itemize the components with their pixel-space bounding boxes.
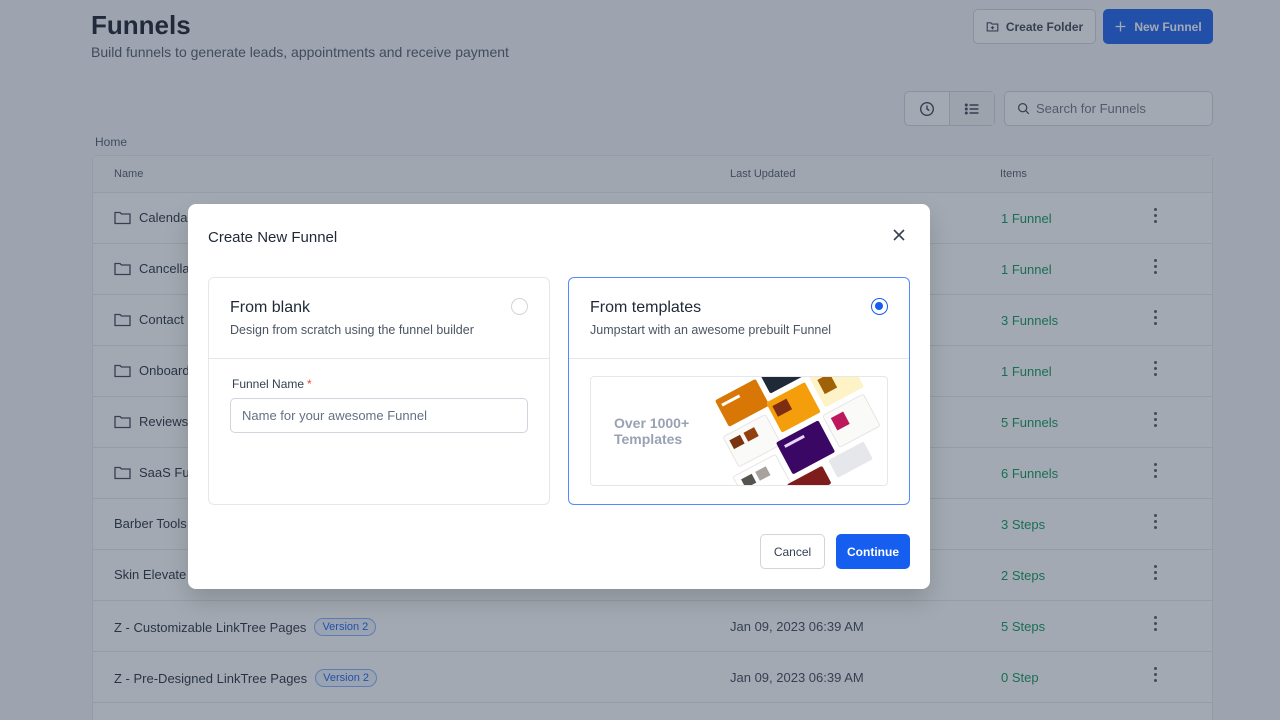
from-blank-radio[interactable] bbox=[511, 298, 528, 315]
funnel-name-input[interactable] bbox=[230, 398, 528, 433]
funnel-name-label-text: Funnel Name bbox=[232, 377, 305, 391]
funnel-name-label: Funnel Name * bbox=[232, 377, 312, 391]
required-asterisk: * bbox=[307, 377, 312, 391]
from-blank-description: Design from scratch using the funnel bui… bbox=[230, 323, 474, 337]
from-templates-title: From templates bbox=[590, 299, 702, 316]
modal-title: Create New Funnel bbox=[208, 229, 338, 246]
continue-button[interactable]: Continue bbox=[836, 534, 910, 569]
template-thumbnails-illustration bbox=[715, 377, 880, 485]
cancel-button[interactable]: Cancel bbox=[760, 534, 825, 569]
from-blank-option[interactable]: From blank Design from scratch using the… bbox=[208, 277, 550, 505]
from-blank-title: From blank bbox=[230, 299, 311, 316]
from-templates-header: From templates Jumpstart with an awesome… bbox=[569, 278, 909, 359]
from-templates-description: Jumpstart with an awesome prebuilt Funne… bbox=[590, 323, 832, 337]
from-templates-radio[interactable] bbox=[871, 298, 888, 315]
create-funnel-modal: Create New Funnel From blank Design from… bbox=[188, 204, 930, 589]
close-icon bbox=[893, 229, 905, 241]
templates-preview-image: Over 1000+ Templates bbox=[590, 376, 888, 486]
from-templates-option[interactable]: From templates Jumpstart with an awesome… bbox=[568, 277, 910, 505]
from-blank-header: From blank Design from scratch using the… bbox=[209, 278, 549, 359]
close-button[interactable] bbox=[890, 226, 908, 244]
